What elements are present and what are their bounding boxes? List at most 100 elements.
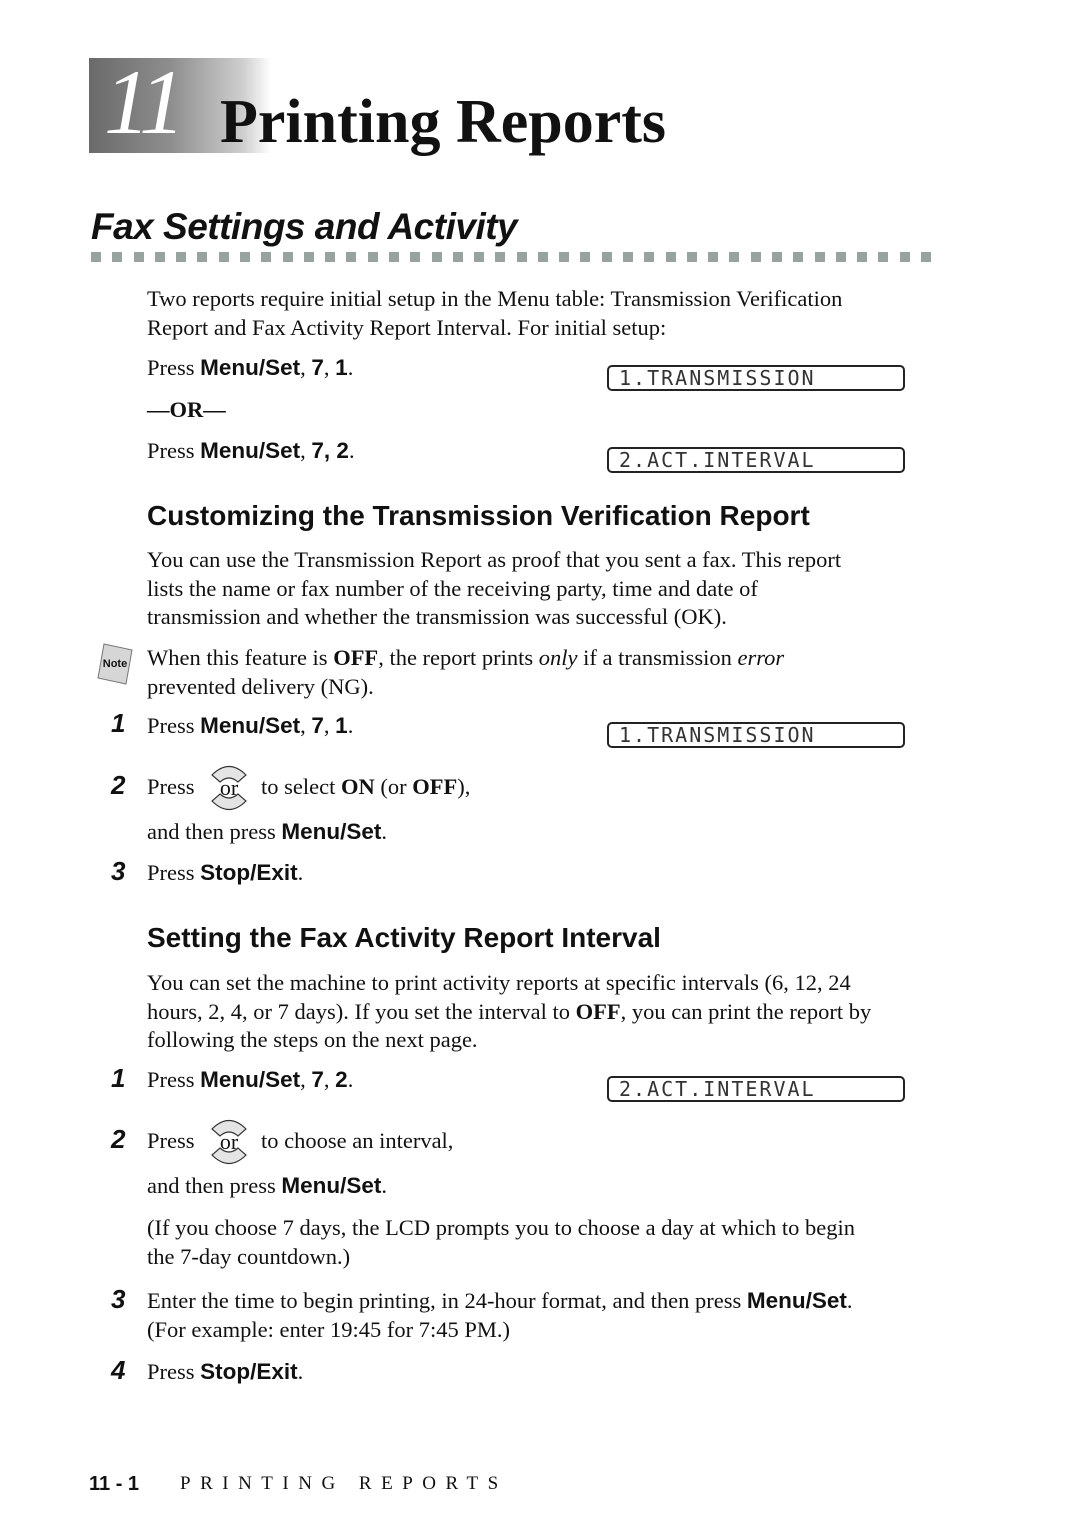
subsection-title: Customizing the Transmission Verificatio… bbox=[147, 500, 810, 531]
text: to select bbox=[261, 774, 341, 799]
step-number: 4 bbox=[111, 1355, 126, 1385]
step-text: to choose an interval, bbox=[261, 1128, 454, 1153]
divider-square bbox=[303, 252, 314, 262]
step-text: and then press Menu/Set. bbox=[147, 1172, 387, 1201]
step-note: (If you choose 7 days, the LCD prompts y… bbox=[147, 1214, 855, 1271]
section-title: Fax Settings and Activity bbox=[91, 206, 518, 247]
key-menu-set: Menu/Set bbox=[746, 1288, 847, 1313]
step-number: 2 bbox=[111, 770, 126, 800]
lcd-display: 1.TRANSMISSION bbox=[607, 365, 905, 391]
divider-square bbox=[814, 252, 825, 262]
key-7: 7 bbox=[311, 713, 324, 738]
note-line: (If you choose 7 days, the LCD prompts y… bbox=[147, 1215, 855, 1240]
divider-square bbox=[474, 252, 485, 262]
key-menu-set: Menu/Set bbox=[200, 355, 301, 380]
intro-paragraph: Two reports require initial setup in the… bbox=[147, 285, 842, 342]
text: , bbox=[300, 713, 312, 738]
divider-square bbox=[197, 252, 208, 262]
or-label: or bbox=[220, 1129, 239, 1154]
note-line: When this feature is OFF, the report pri… bbox=[147, 644, 784, 673]
text: . bbox=[347, 1067, 354, 1092]
key-1: 1 bbox=[335, 355, 348, 380]
divider-square bbox=[857, 252, 868, 262]
step-text: Press Stop/Exit. bbox=[147, 1358, 303, 1387]
divider-square bbox=[750, 252, 761, 262]
paragraph-line: You can set the machine to print activit… bbox=[147, 970, 851, 995]
or-separator: —OR— bbox=[147, 397, 226, 422]
text: Press bbox=[147, 1359, 201, 1384]
lcd-display: 1.TRANSMISSION bbox=[607, 722, 905, 748]
text: , bbox=[323, 355, 336, 380]
key-menu-set: Menu/Set bbox=[281, 1173, 382, 1198]
note-icon: Note bbox=[97, 643, 133, 685]
text: Press bbox=[147, 713, 201, 738]
divider-square bbox=[346, 252, 357, 262]
divider-square bbox=[793, 252, 804, 262]
text: . bbox=[347, 713, 354, 738]
running-footer-title: PRINTING REPORTS bbox=[180, 1473, 508, 1494]
chapter-title: Printing Reports bbox=[220, 88, 667, 156]
divider-square bbox=[367, 252, 378, 262]
text: hours, 2, 4, or 7 days). If you set the … bbox=[147, 998, 576, 1024]
text: Press bbox=[147, 860, 201, 885]
divider-square bbox=[729, 252, 740, 262]
text-bold: ON bbox=[340, 774, 375, 799]
divider-square bbox=[388, 252, 399, 262]
divider-square bbox=[325, 252, 336, 262]
transmission-paragraph: You can use the Transmission Report as p… bbox=[147, 546, 841, 632]
key-stop-exit: Stop/Exit bbox=[200, 860, 298, 885]
text: . bbox=[297, 1359, 304, 1384]
divider-square bbox=[261, 252, 272, 262]
divider-square bbox=[218, 252, 229, 262]
divider-square bbox=[91, 252, 101, 262]
paragraph-line: lists the name or fax number of the rece… bbox=[147, 575, 758, 601]
step-number: 2 bbox=[111, 1124, 126, 1154]
divider-square bbox=[899, 252, 910, 262]
note-line: the 7-day countdown.) bbox=[147, 1243, 351, 1269]
section-divider bbox=[91, 252, 931, 262]
text: . bbox=[381, 819, 387, 844]
note-text: When this feature is OFF, the report pri… bbox=[147, 644, 784, 701]
divider-square bbox=[516, 252, 527, 262]
subsection-title: Setting the Fax Activity Report Interval bbox=[147, 922, 661, 953]
text: , bbox=[300, 1067, 312, 1092]
text-bold: OFF bbox=[412, 774, 458, 799]
step-line: (For example: enter 19:45 for 7:45 PM.) bbox=[147, 1316, 511, 1342]
step-text: Press Menu/Set, 7, 2. bbox=[147, 1066, 353, 1095]
text: . bbox=[348, 438, 355, 463]
paragraph-line: You can use the Transmission Report as p… bbox=[147, 547, 842, 572]
divider-square bbox=[580, 252, 591, 262]
step-text: to select ON (or OFF), bbox=[261, 773, 470, 802]
text: . bbox=[381, 1173, 387, 1198]
divider-square bbox=[452, 252, 463, 262]
text: , you can print the report by bbox=[620, 998, 872, 1024]
step-number: 1 bbox=[111, 1063, 126, 1093]
text: Press bbox=[147, 1067, 201, 1092]
paragraph-line: transmission and whether the transmissio… bbox=[147, 604, 727, 629]
intro-line: Report and Fax Activity Report Interval.… bbox=[147, 314, 667, 340]
divider-square bbox=[133, 252, 144, 262]
step-text: Press Stop/Exit. bbox=[147, 859, 303, 888]
divider-square bbox=[772, 252, 782, 262]
text-italic: error bbox=[737, 645, 785, 670]
text: (or bbox=[374, 774, 413, 799]
divider-square bbox=[920, 252, 931, 262]
key-1: 1 bbox=[335, 713, 348, 738]
divider-square bbox=[239, 252, 250, 262]
intro-press-2: Press Menu/Set, 7, 2. bbox=[147, 437, 355, 466]
text: Enter the time to begin printing, in 24-… bbox=[147, 1288, 747, 1313]
key-7: 7 bbox=[311, 355, 324, 380]
divider-square bbox=[878, 252, 889, 262]
key-2: 2 bbox=[335, 1067, 348, 1092]
key-menu-set: Menu/Set bbox=[200, 438, 301, 463]
divider-square bbox=[601, 252, 612, 262]
text: and then press bbox=[147, 819, 282, 844]
text: , bbox=[323, 1067, 336, 1092]
text: ), bbox=[457, 774, 471, 799]
divider-square bbox=[686, 252, 697, 262]
divider-square bbox=[835, 252, 846, 262]
divider-square bbox=[665, 252, 676, 262]
text: Press bbox=[147, 438, 201, 463]
divider-square bbox=[282, 252, 293, 262]
step-text: Enter the time to begin printing, in 24-… bbox=[147, 1287, 853, 1344]
